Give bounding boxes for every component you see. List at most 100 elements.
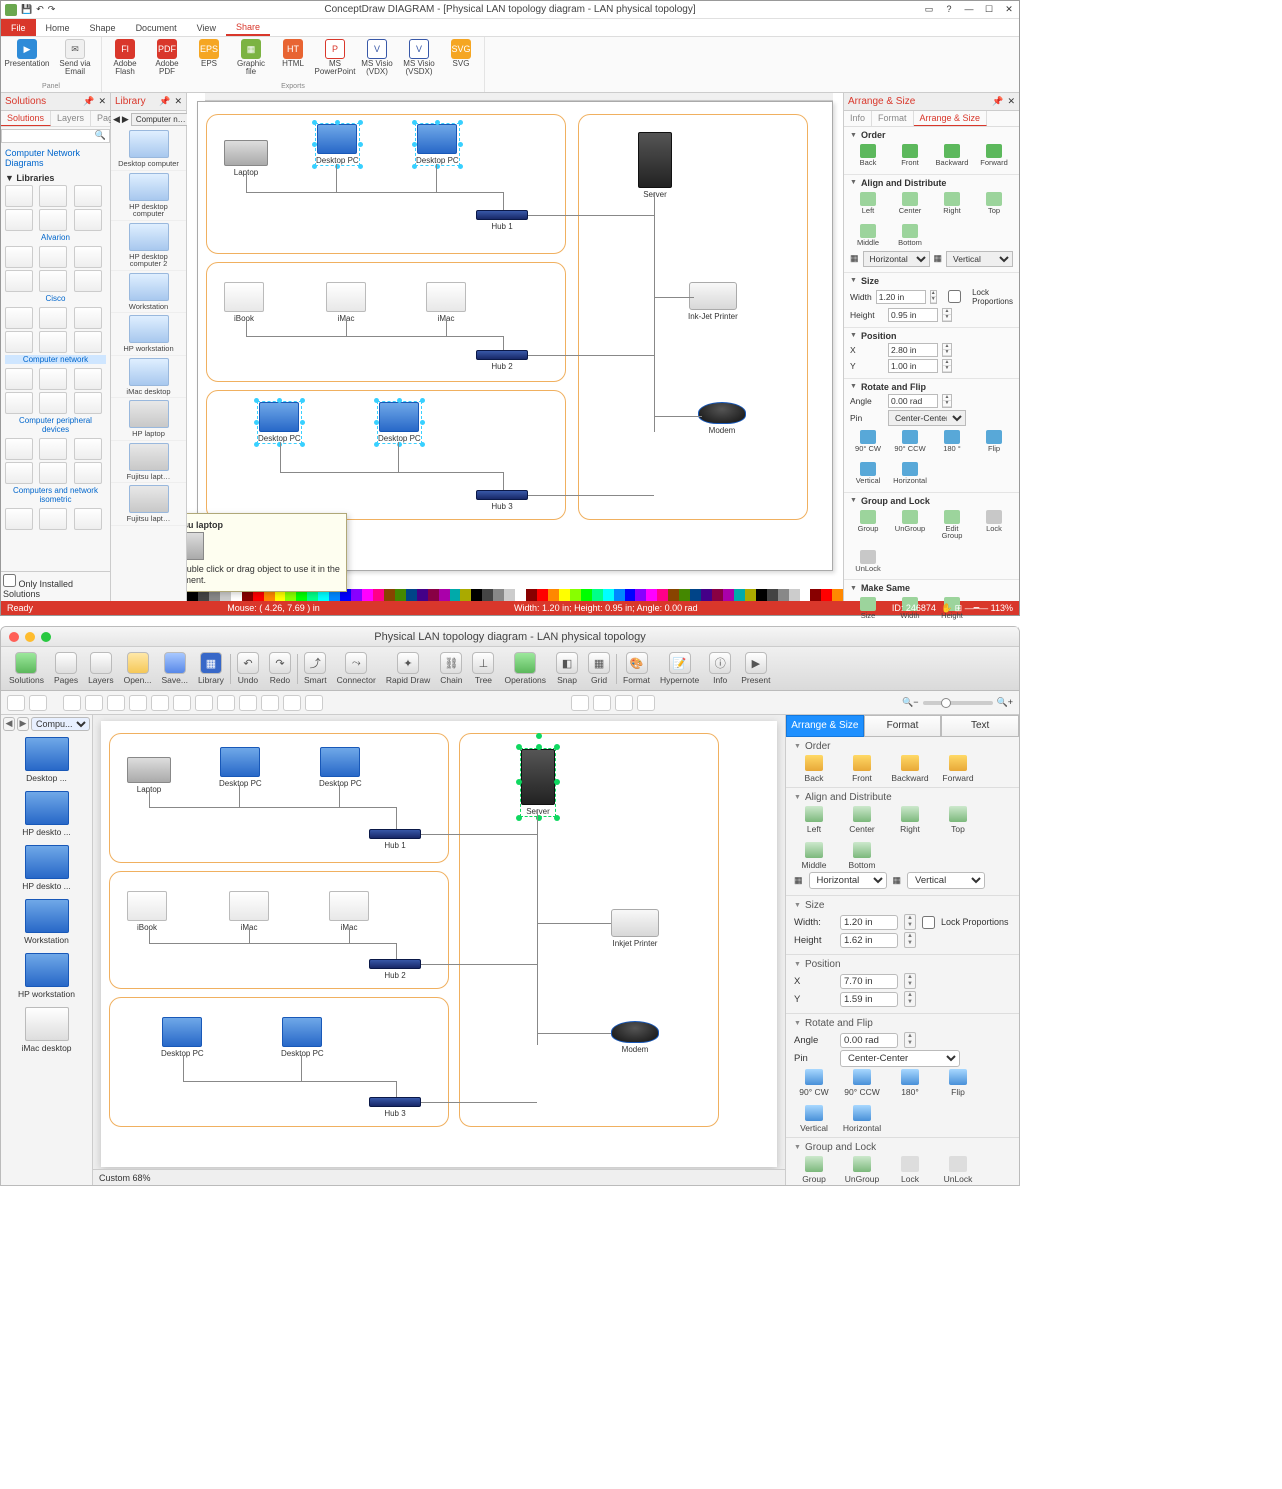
connector[interactable]	[149, 807, 397, 808]
connector[interactable]	[246, 174, 247, 192]
pin-icon[interactable]: 📌	[992, 96, 1003, 107]
mac-ungroup[interactable]: UnGroup	[842, 1156, 882, 1184]
zoom-out-icon[interactable]: 🔍−	[902, 697, 918, 708]
connector[interactable]	[654, 192, 655, 432]
lib-thumb[interactable]	[5, 368, 33, 390]
align-right-button[interactable]: Right	[936, 192, 968, 215]
tb-pages[interactable]: Pages	[50, 652, 82, 685]
menu-view[interactable]: View	[187, 21, 226, 35]
connector[interactable]	[528, 495, 654, 496]
lib-thumb[interactable]	[5, 270, 33, 292]
lib-thumb[interactable]	[5, 307, 33, 329]
flip-button[interactable]: Flip	[978, 430, 1010, 453]
connector[interactable]	[339, 785, 340, 807]
front-button[interactable]: Front	[894, 144, 926, 167]
width-spinner[interactable]: ▲▼	[930, 290, 937, 304]
lib-thumb[interactable]	[39, 462, 67, 484]
shape-imac[interactable]: iMac	[426, 282, 466, 323]
tb-redo[interactable]: ↷Redo	[265, 652, 295, 685]
close-panel-icon[interactable]: ✕	[1007, 96, 1015, 107]
tb-tree[interactable]: ⊥Tree	[468, 652, 498, 685]
lib-thumb[interactable]	[5, 246, 33, 268]
lib-fwd-icon[interactable]: ▶	[122, 114, 129, 125]
shape-imac[interactable]: iMac	[329, 891, 369, 932]
connector[interactable]	[336, 164, 337, 192]
connector[interactable]	[301, 1055, 302, 1081]
connector[interactable]	[503, 336, 504, 350]
lib-thumb[interactable]	[74, 462, 102, 484]
lock-button[interactable]: Lock	[978, 510, 1010, 540]
connector[interactable]	[280, 472, 504, 473]
connector[interactable]	[346, 320, 347, 336]
tool-bucket[interactable]	[305, 695, 323, 711]
shape-hub[interactable]: Hub 1	[476, 210, 528, 231]
close-panel-icon[interactable]: ✕	[98, 96, 106, 107]
tab-arrange-size[interactable]: Arrange & Size	[914, 111, 988, 126]
shape-ibook[interactable]: iBook	[224, 282, 264, 323]
shape-ibook[interactable]: iBook	[127, 891, 167, 932]
flip-h-button[interactable]: Horizontal	[894, 462, 926, 485]
mac-lock-check[interactable]	[922, 916, 935, 929]
tool-edit[interactable]	[239, 695, 257, 711]
mac-rot-cw[interactable]: 90° CW	[794, 1069, 834, 1097]
tree-root[interactable]: Computer Network Diagrams	[5, 147, 106, 169]
mac-rot-180[interactable]: 180°	[890, 1069, 930, 1097]
lib-thumb[interactable]	[39, 368, 67, 390]
lib-thumb[interactable]	[39, 270, 67, 292]
tool-curve[interactable]	[195, 695, 213, 711]
lib-thumb[interactable]	[74, 185, 102, 207]
tab-layers[interactable]: Layers	[51, 111, 91, 126]
shape-desktop-pc[interactable]: Desktop PC	[161, 1017, 204, 1058]
mac-align-bottom[interactable]: Bottom	[842, 842, 882, 870]
x-spinner[interactable]: ▲▼	[942, 343, 952, 357]
x-input[interactable]	[888, 343, 938, 357]
section-size[interactable]: Size	[850, 276, 1013, 286]
html-button[interactable]: HTHTML	[274, 39, 312, 76]
menu-shape[interactable]: Shape	[80, 21, 126, 35]
tb-smart[interactable]: ⤴Smart	[300, 652, 331, 685]
tool-eyedrop[interactable]	[637, 695, 655, 711]
lib-item[interactable]: Workstation	[111, 271, 186, 314]
cat-alvarion[interactable]: Alvarion	[5, 233, 106, 242]
mac-lib-item[interactable]: HP deskto ...	[1, 787, 92, 841]
tb-chain[interactable]: ⛓Chain	[436, 652, 466, 685]
connector[interactable]	[183, 1081, 397, 1082]
presentation-button[interactable]: ▶Presentation	[5, 39, 49, 76]
connector[interactable]	[503, 192, 504, 210]
connector[interactable]	[396, 807, 397, 829]
angle-spinner[interactable]: ▲▼	[942, 394, 952, 408]
lib-thumb[interactable]	[39, 209, 67, 231]
mac-lock[interactable]: Lock	[890, 1156, 930, 1184]
shape-desktop-pc[interactable]: Desktop PC	[319, 747, 362, 788]
mac-align-right[interactable]: Right	[890, 806, 930, 834]
align-center-button[interactable]: Center	[894, 192, 926, 215]
angle-input[interactable]	[888, 394, 938, 408]
send-email-button[interactable]: ✉Send via Email	[53, 39, 97, 76]
shape-printer[interactable]: Ink-Jet Printer	[688, 282, 738, 321]
graphic-file-button[interactable]: ▦Graphic file	[232, 39, 270, 76]
canvas[interactable]: Laptop Desktop PC Desktop PC Hub 1 iBook…	[187, 93, 843, 601]
mac-page[interactable]: Laptop Desktop PC Desktop PC Hub 1 iBook…	[101, 721, 777, 1167]
forward-button[interactable]: Forward	[978, 144, 1010, 167]
flip-v-button[interactable]: Vertical	[852, 462, 884, 485]
align-middle-button[interactable]: Middle	[852, 224, 884, 247]
mac-unlock[interactable]: UnLock	[938, 1156, 978, 1184]
shape-desktop-pc[interactable]: Desktop PC	[258, 402, 301, 443]
mac-back-button[interactable]: Back	[794, 755, 834, 783]
lib-item[interactable]: HP desktop computer	[111, 171, 186, 221]
tool-rect[interactable]	[63, 695, 81, 711]
spinner[interactable]: ▲▼	[904, 932, 916, 948]
spinner[interactable]: ▲▼	[904, 973, 916, 989]
section-align[interactable]: Align and Distribute	[850, 178, 1013, 188]
connector[interactable]	[537, 1033, 611, 1034]
shape-printer[interactable]: Inkjet Printer	[611, 909, 659, 948]
rotate-cw-button[interactable]: 90° CW	[852, 430, 884, 453]
lib-thumb[interactable]	[74, 270, 102, 292]
lib-thumb[interactable]	[5, 331, 33, 353]
mac-lib-item[interactable]: HP deskto ...	[1, 841, 92, 895]
close-panel-icon[interactable]: ✕	[174, 96, 182, 107]
spinner[interactable]: ▲▼	[904, 1032, 916, 1048]
mac-backward-button[interactable]: Backward	[890, 755, 930, 783]
zoom-in-icon[interactable]: 🔍+	[997, 697, 1013, 708]
mac-flip-h[interactable]: Horizontal	[842, 1105, 882, 1133]
